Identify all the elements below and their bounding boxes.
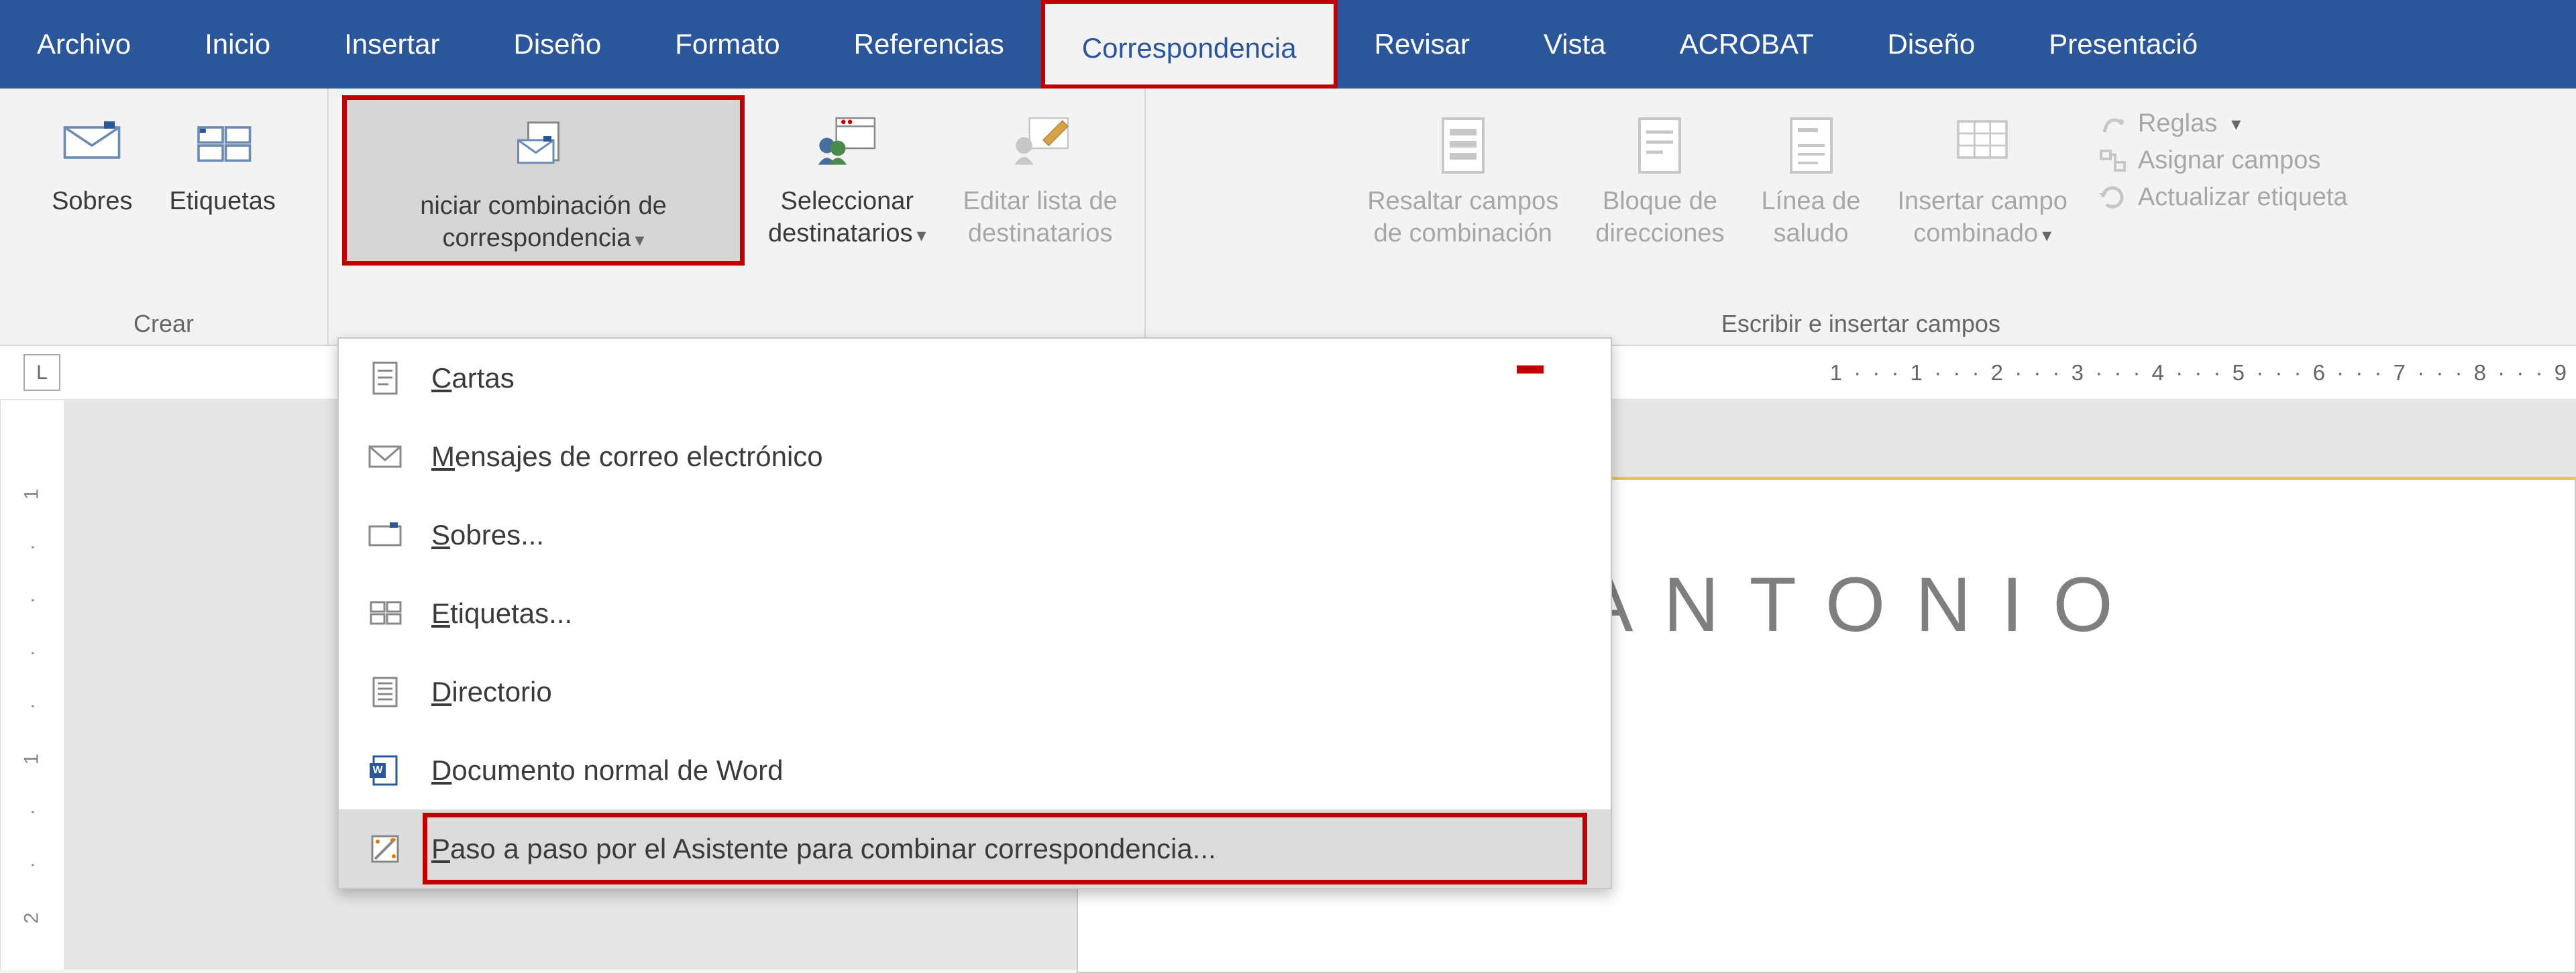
tab-formato[interactable]: Formato [638, 0, 816, 89]
reglas-label: Reglas [2138, 109, 2217, 138]
button-bloque-direcciones: Bloque de direcciones [1582, 95, 1737, 256]
menu-item-asistente[interactable]: Paso a paso por el Asistente para combin… [339, 809, 1611, 888]
red-indicator [1517, 365, 1544, 374]
menu-item-mensajes[interactable]: Mensajes de correo electrónico [339, 417, 1611, 496]
menu-documento-label: Documento normal de Word [431, 754, 783, 787]
update-labels-icon [2098, 182, 2128, 213]
menu-etiquetas-label: Etiquetas... [431, 597, 572, 630]
svg-text:W: W [372, 764, 383, 776]
button-resaltar-label: Resaltar campos de combinación [1367, 186, 1558, 249]
tab-vista[interactable]: Vista [1507, 0, 1643, 89]
greeting-line-icon [1781, 115, 1841, 169]
tab-referencias[interactable]: Referencias [817, 0, 1041, 89]
tab-insertar[interactable]: Insertar [307, 0, 476, 89]
chevron-down-icon: ▾ [635, 229, 644, 250]
tab-acrobat[interactable]: ACROBAT [1643, 0, 1851, 89]
menu-directorio-label: Directorio [431, 676, 552, 708]
tab-diseno[interactable]: Diseño [477, 0, 639, 89]
button-insertar-campo: Insertar campo combinado▾ [1884, 95, 2080, 256]
highlight-fields-icon [1433, 115, 1493, 169]
button-iniciar-combinacion[interactable]: niciar combinación de correspondencia▾ [342, 95, 745, 266]
wizard-icon [366, 829, 405, 868]
match-fields-icon [2098, 146, 2128, 176]
group-escribir: Resaltar campos de combinación Bloque de… [1146, 89, 2576, 345]
button-asignar-campos: Asignar campos [2098, 146, 2348, 176]
button-insertar-campo-label: Insertar campo combinado▾ [1897, 186, 2067, 249]
chevron-down-icon: ▾ [2042, 225, 2051, 245]
menu-asistente-label: Paso a paso por el Asistente para combin… [431, 833, 1216, 865]
button-reglas: Reglas ▾ [2098, 109, 2348, 139]
side-buttons: Reglas ▾ Asignar campos Actualizar etique… [2091, 95, 2368, 213]
mail-merge-dropdown-menu: Cartas Mensajes de correo electrónico So… [337, 337, 1612, 889]
mail-merge-icon [513, 120, 574, 174]
group-escribir-label: Escribir e insertar campos [1721, 303, 2000, 345]
chevron-down-icon: ▾ [2231, 113, 2241, 135]
menu-item-directorio[interactable]: Directorio [339, 652, 1611, 731]
menu-sobres-label: Sobres... [431, 519, 544, 551]
button-actualizar-etiquetas: Actualizar etiqueta [2098, 182, 2348, 213]
ruler-corner[interactable]: L [23, 354, 60, 391]
button-etiquetas-label: Etiquetas [169, 186, 275, 218]
menu-cartas-label: Cartas [431, 362, 515, 394]
button-iniciar-label: niciar combinación de correspondencia▾ [420, 190, 667, 254]
button-editar-lista-label: Editar lista de destinatarios [963, 186, 1118, 249]
tab-revisar[interactable]: Revisar [1338, 0, 1507, 89]
address-block-icon [1629, 115, 1690, 169]
button-sobres-label: Sobres [52, 186, 132, 218]
button-resaltar-campos: Resaltar campos de combinación [1354, 95, 1572, 256]
menu-item-cartas[interactable]: Cartas [339, 339, 1611, 417]
document-icon [366, 359, 405, 398]
button-sobres[interactable]: Sobres [38, 95, 146, 225]
button-editar-lista: Editar lista de destinatarios [950, 95, 1131, 256]
button-linea-saludo: Línea de saludo [1748, 95, 1874, 256]
group-crear: Sobres Etiquetas Crear [0, 89, 329, 345]
email-icon [366, 437, 405, 476]
envelope-icon [62, 115, 122, 169]
edit-list-icon [1010, 115, 1071, 169]
button-seleccionar-destinatarios[interactable]: Seleccionar destinatarios▾ [755, 95, 940, 256]
recipients-icon [817, 115, 877, 169]
group-crear-label: Crear [133, 303, 194, 345]
word-doc-icon: W [366, 751, 405, 790]
tab-correspondencia[interactable]: Correspondencia [1041, 0, 1338, 89]
tab-presentacion[interactable]: Presentació [2012, 0, 2235, 89]
tab-archivo[interactable]: Archivo [0, 0, 168, 89]
menu-item-documento-normal[interactable]: W Documento normal de Word [339, 731, 1611, 809]
actualizar-label: Actualizar etiqueta [2138, 183, 2348, 212]
menu-item-etiquetas[interactable]: Etiquetas... [339, 574, 1611, 652]
button-etiquetas[interactable]: Etiquetas [156, 95, 288, 225]
chevron-down-icon: ▾ [916, 225, 926, 245]
tab-inicio[interactable]: Inicio [168, 0, 307, 89]
asignar-label: Asignar campos [2138, 146, 2320, 175]
button-bloque-label: Bloque de direcciones [1595, 186, 1724, 249]
ribbon-tabs: Archivo Inicio Insertar Diseño Formato R… [0, 0, 2576, 89]
vertical-ruler: 2··1····1 [0, 400, 64, 970]
tab-diseno2[interactable]: Diseño [1851, 0, 2012, 89]
button-linea-label: Línea de saludo [1762, 186, 1861, 249]
ruler-numbers: 1 · · · 1 · · · 2 · · · 3 · · · 4 · · · … [1830, 360, 2576, 386]
envelope-small-icon [366, 516, 405, 555]
directory-icon [366, 673, 405, 711]
button-seleccionar-label: Seleccionar destinatarios▾ [768, 186, 926, 249]
insert-field-icon [1952, 115, 2012, 169]
menu-item-sobres[interactable]: Sobres... [339, 496, 1611, 574]
rules-icon [2098, 109, 2128, 139]
menu-mensajes-label: Mensajes de correo electrónico [431, 441, 823, 473]
ribbon: Sobres Etiquetas Crear niciar combinació… [0, 89, 2576, 346]
group-iniciar: niciar combinación de correspondencia▾ S… [329, 89, 1144, 345]
labels-small-icon [366, 594, 405, 633]
labels-icon [193, 115, 253, 169]
